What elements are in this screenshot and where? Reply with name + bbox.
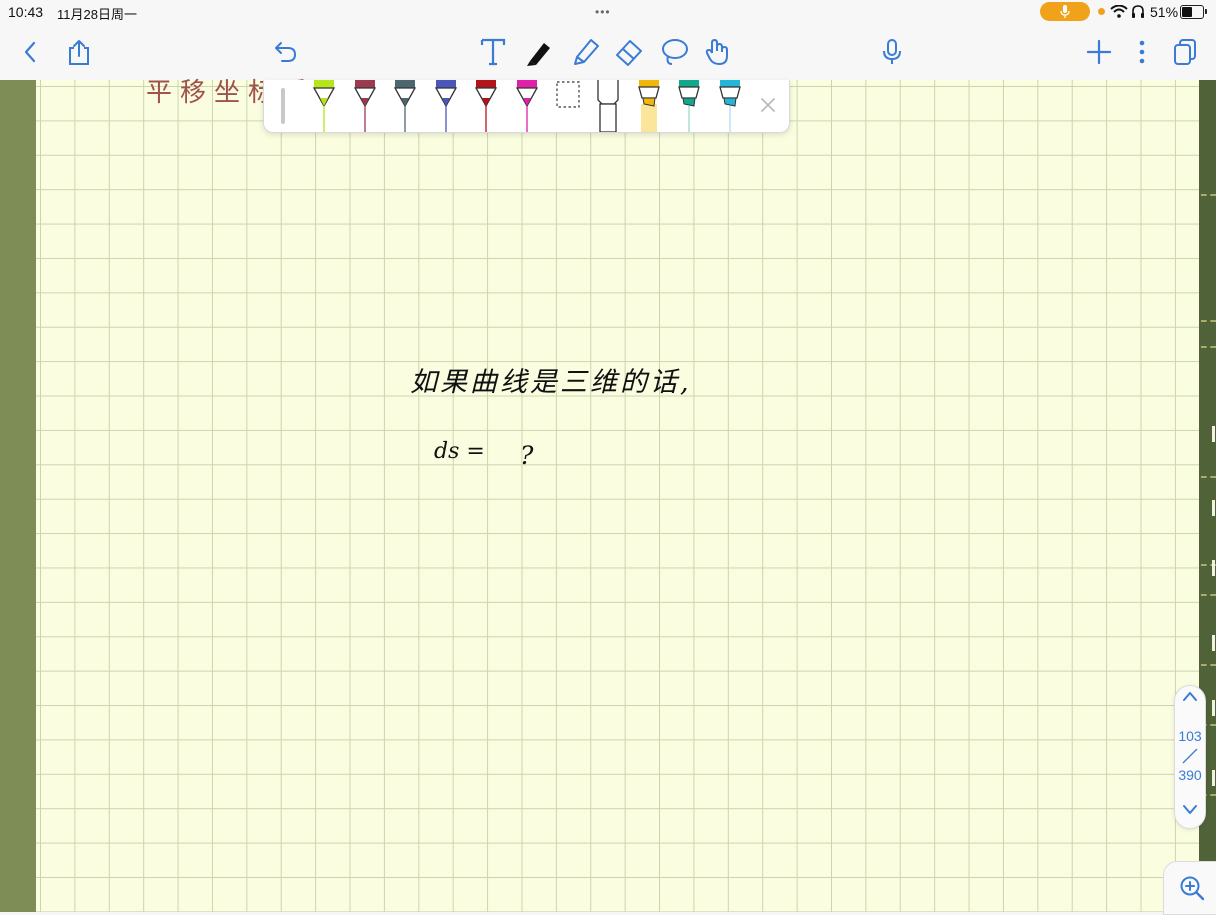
handwritten-ds-equation: ds = (434, 439, 485, 464)
add-button[interactable] (1079, 32, 1119, 72)
pen-slate[interactable] (390, 80, 420, 132)
pen-magenta[interactable] (512, 80, 542, 132)
pen-tool-button[interactable] (519, 32, 559, 72)
pen-lime[interactable] (309, 80, 339, 132)
pen-indigo[interactable] (431, 80, 461, 132)
battery-percent: 51% (1150, 4, 1179, 20)
microphone-indicator-icon (1060, 5, 1070, 18)
chevron-left-icon (24, 41, 36, 63)
handwritten-question-mark: ? (520, 441, 534, 470)
chevron-down-icon (1183, 805, 1197, 814)
pages-icon (1174, 39, 1196, 65)
status-date: 11月28日周一 (57, 7, 137, 22)
text-tool-icon (480, 38, 506, 66)
microphone-icon (883, 39, 901, 64)
highlighter-empty-icon (597, 80, 619, 132)
current-page-number[interactable]: 103 (1175, 728, 1205, 744)
pen-red[interactable] (471, 80, 501, 132)
pages-button[interactable] (1165, 32, 1205, 72)
close-icon (761, 98, 775, 112)
tray-close-button[interactable] (755, 92, 781, 118)
more-button[interactable] (1122, 32, 1162, 72)
lasso-tool-icon (662, 39, 688, 65)
highlighter-empty[interactable] (593, 80, 623, 132)
hand-tool-button[interactable] (698, 32, 738, 72)
pen-magenta-icon (515, 80, 539, 132)
page-separator-slash (1182, 748, 1198, 764)
highlighter-teal-icon (678, 80, 700, 132)
page-navigator: 103 390 (1174, 685, 1206, 829)
pen-indigo-icon (434, 80, 458, 132)
share-icon (69, 40, 89, 65)
lasso-tool-button[interactable] (655, 32, 695, 72)
page-up-button[interactable] (1180, 690, 1200, 708)
eraser-tool-icon (616, 40, 642, 66)
microphone-button[interactable] (872, 32, 912, 72)
eraser-tool-button[interactable] (609, 32, 649, 72)
highlighter-cyan-icon (719, 80, 741, 132)
highlighter-yellow[interactable] (634, 80, 664, 132)
share-button[interactable] (59, 32, 99, 72)
wifi-icon (1110, 5, 1128, 18)
pen-maroon[interactable] (350, 80, 380, 132)
page-down-button[interactable] (1180, 804, 1200, 822)
dashed-slot-icon (556, 81, 580, 108)
pen-maroon-icon (353, 80, 377, 132)
add-icon (1087, 40, 1111, 64)
status-time: 10:43 (8, 4, 44, 20)
highlighter-teal[interactable] (674, 80, 704, 132)
pen-tray (263, 80, 790, 133)
highlighter-tool-icon (574, 39, 599, 65)
pen-tool-icon (527, 43, 550, 66)
highlighter-tool-button[interactable] (565, 32, 605, 72)
highlighter-yellow-icon (638, 80, 660, 132)
total-page-count: 390 (1178, 767, 1202, 783)
back-button[interactable] (10, 32, 50, 72)
tray-drag-handle[interactable] (281, 88, 285, 124)
grid-paper[interactable]: 平移坐标系 (36, 78, 1199, 912)
mic-recording-indicator[interactable] (1040, 2, 1090, 21)
hand-tool-icon (705, 39, 728, 65)
text-tool-button[interactable] (473, 32, 513, 72)
handwritten-line-1: 如果曲线是三维的话, (410, 367, 692, 398)
zoom-in-icon (1180, 876, 1205, 901)
pen-lime-icon (312, 80, 336, 132)
status-bar: 10:43 11月28日周一 ••• 51% (0, 0, 1216, 24)
multitasking-dots[interactable]: ••• (595, 5, 611, 19)
chevron-up-icon (1183, 692, 1197, 701)
more-icon (1139, 40, 1145, 64)
battery-icon (1180, 5, 1207, 19)
pen-slate-icon (393, 80, 417, 132)
undo-button[interactable] (266, 32, 306, 72)
undo-icon (275, 42, 297, 62)
pen-add-slot[interactable] (553, 80, 583, 132)
headphone-icon (1132, 5, 1144, 18)
privacy-dot (1098, 8, 1105, 15)
zoom-button[interactable] (1163, 861, 1216, 915)
highlighter-cyan[interactable] (715, 80, 745, 132)
pen-red-icon (474, 80, 498, 132)
canvas-area: 平移坐标系 (0, 78, 1216, 912)
